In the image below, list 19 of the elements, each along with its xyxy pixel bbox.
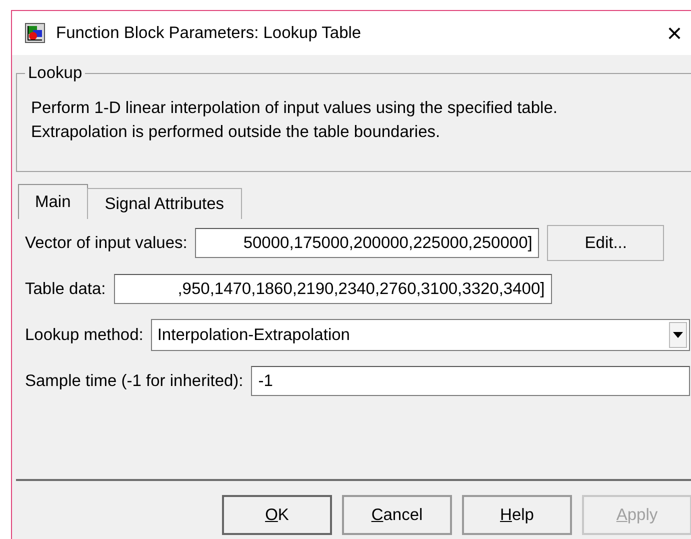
edit-button[interactable]: Edit...: [547, 225, 664, 261]
field-label: Lookup method:: [25, 326, 144, 344]
window-title: Function Block Parameters: Lookup Table: [56, 24, 362, 42]
description-text: Extrapolation is performed outside the table boundaries.: [31, 122, 442, 143]
input-field[interactable]: -1: [251, 366, 690, 396]
field-label: Sample time (-1 for inherited):: [25, 372, 244, 390]
tab[interactable]: Main: [18, 184, 88, 219]
input-field[interactable]: 50000,175000,200000,225000,250000]: [195, 228, 540, 258]
group-legend: Lookup: [25, 64, 86, 83]
field-label: Table data:: [25, 280, 106, 298]
dropdown[interactable]: Interpolation-Extrapolation: [151, 319, 690, 351]
dialog-button[interactable]: OK: [222, 495, 332, 535]
dialog-button[interactable]: Cancel: [342, 495, 452, 535]
dialog-button[interactable]: Help: [462, 495, 572, 535]
close-button[interactable]: ×: [666, 20, 682, 46]
description-text: Perform 1-D linear interpolation of input values using the specified table.: [31, 98, 558, 119]
field-label: Vector of input values:: [25, 234, 188, 252]
input-field[interactable]: ,950,1470,1860,2190,2340,2760,3100,3320,3400]: [114, 274, 552, 304]
tab[interactable]: Signal Attributes: [86, 188, 242, 219]
